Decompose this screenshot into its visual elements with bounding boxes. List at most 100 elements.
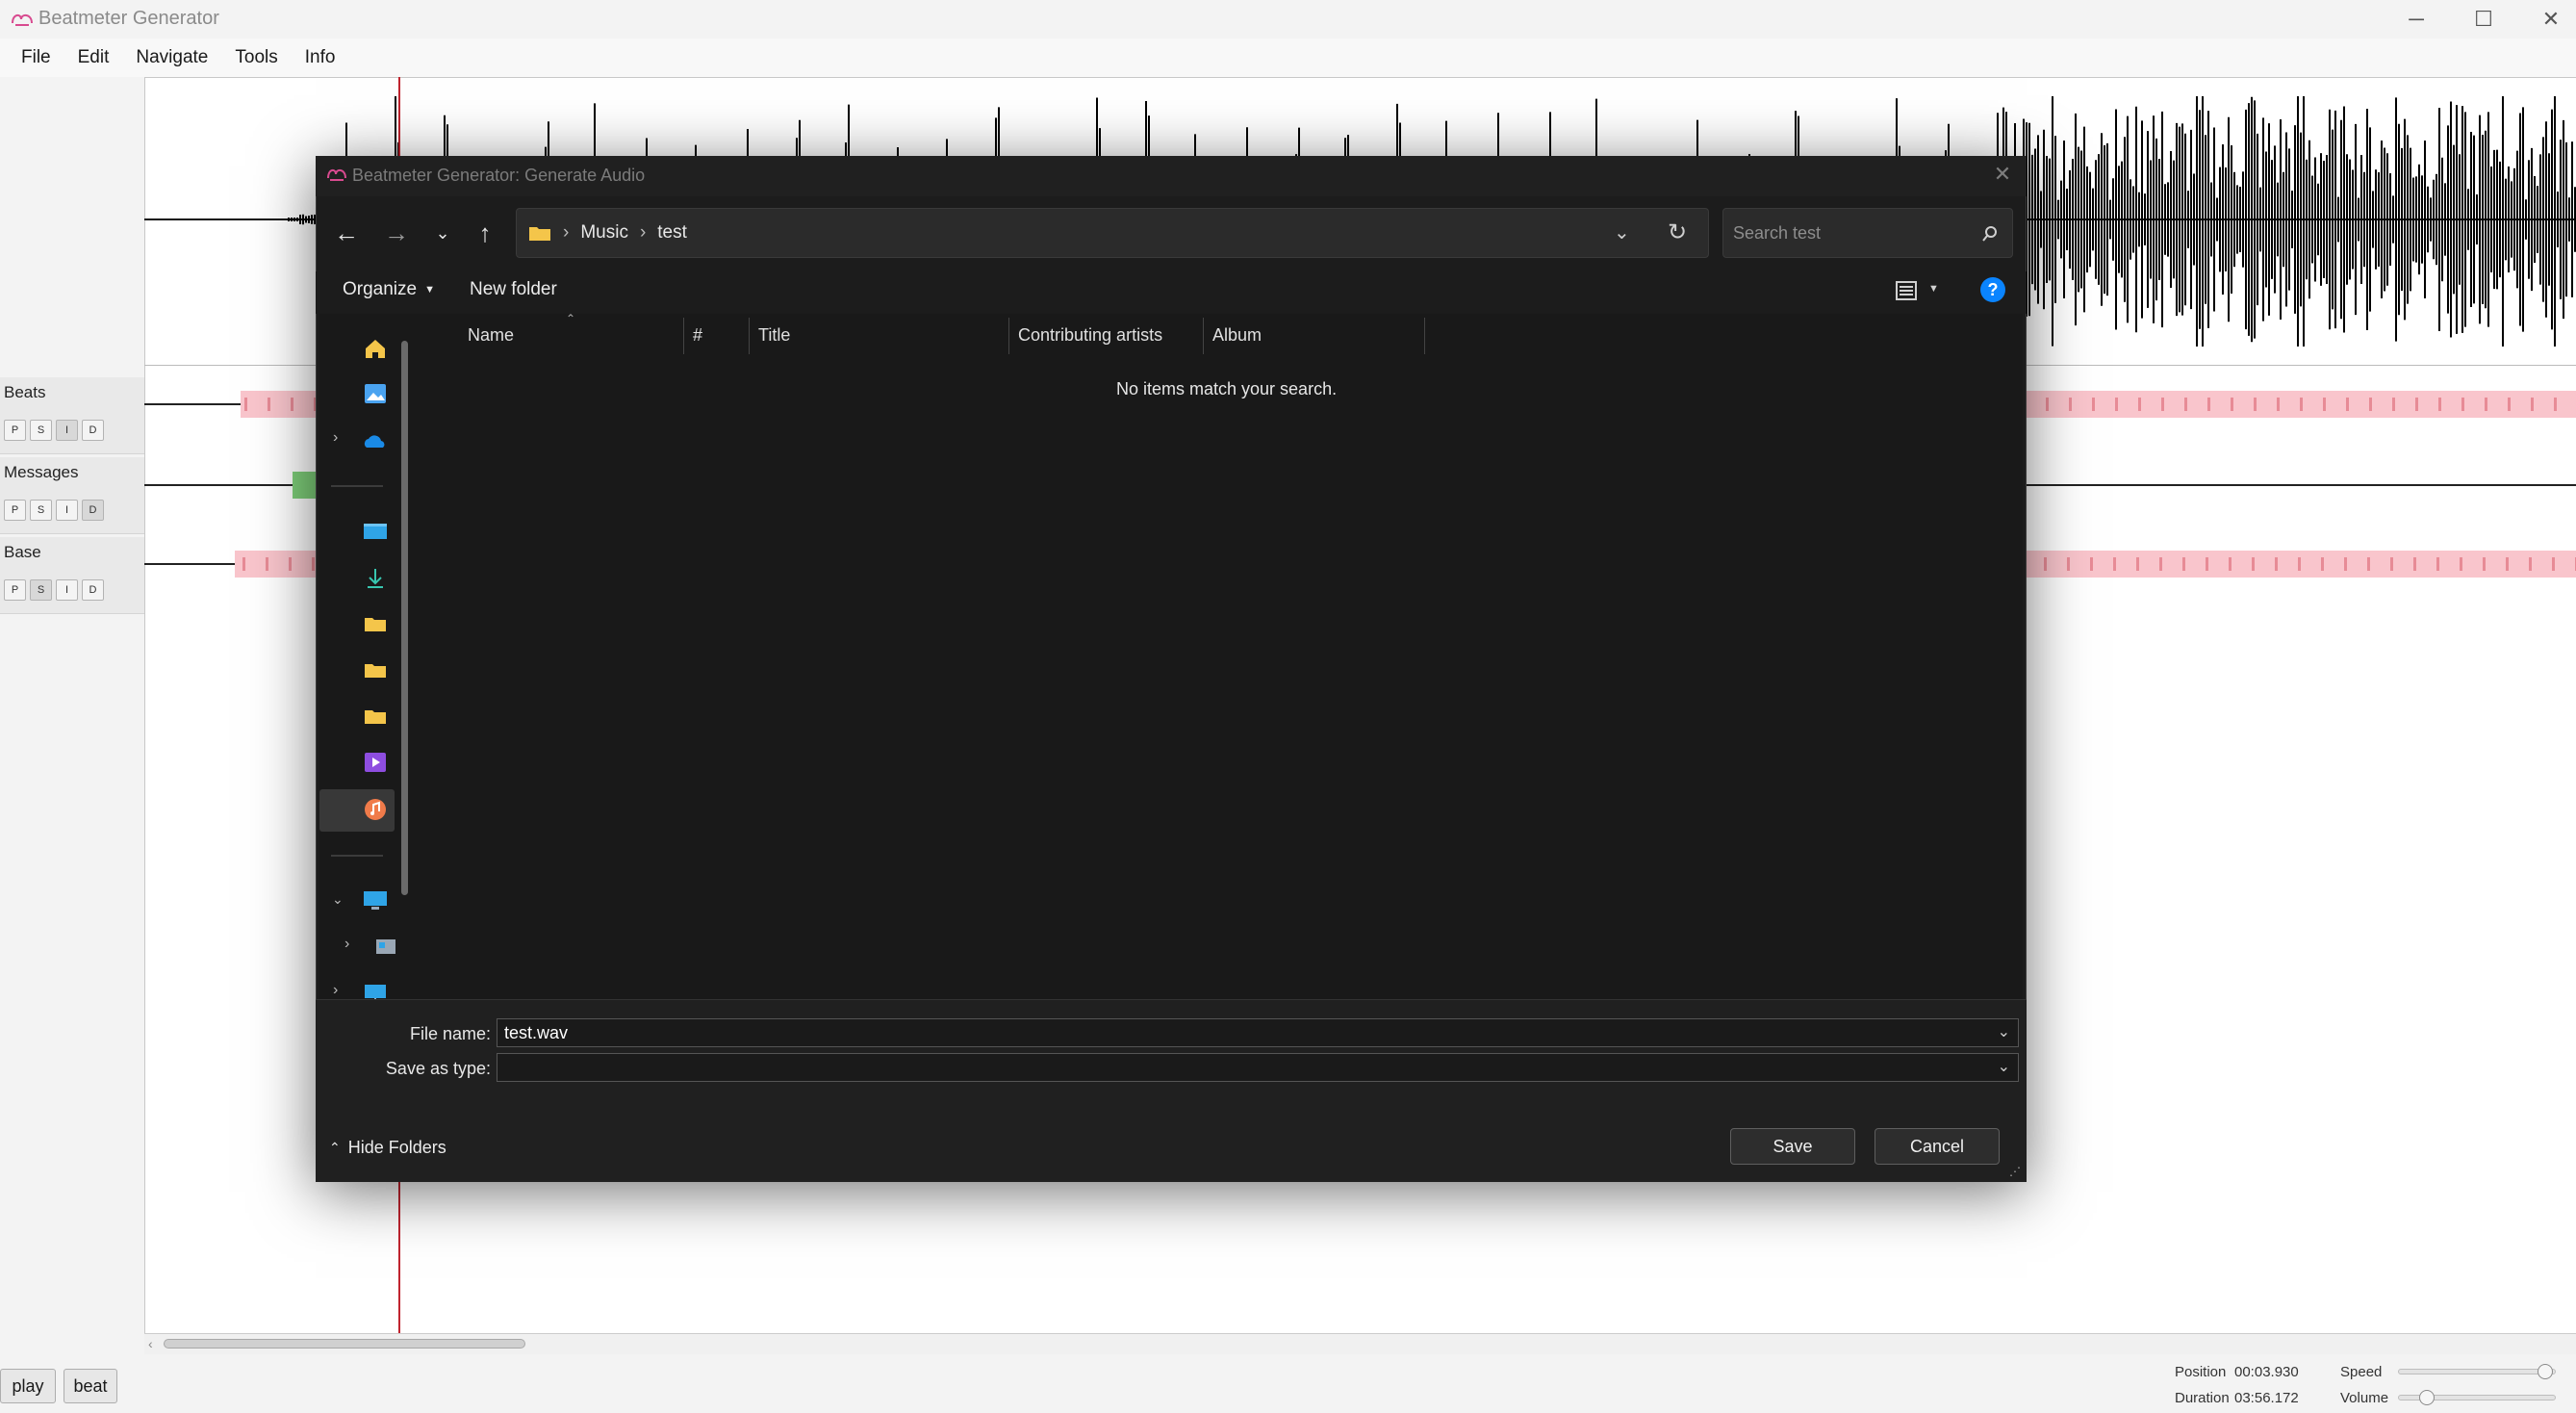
column-divider[interactable] xyxy=(1424,318,1425,354)
beat-tick xyxy=(266,557,268,571)
folder-icon[interactable] xyxy=(363,657,388,682)
maximize-icon[interactable]: ☐ xyxy=(2450,0,2517,39)
breadcrumb-music[interactable]: Music xyxy=(580,222,628,244)
address-dropdown-icon[interactable]: ⌄ xyxy=(1614,220,1630,244)
beat-tick xyxy=(2346,398,2349,411)
minimize-icon[interactable]: ─ xyxy=(2383,0,2450,39)
menu-edit[interactable]: Edit xyxy=(78,41,123,74)
downloads-icon[interactable] xyxy=(363,566,388,591)
file-name-field[interactable]: test.wav ⌄ xyxy=(497,1018,2019,1047)
column-divider[interactable] xyxy=(749,318,750,354)
file-list[interactable] xyxy=(423,314,2023,999)
column-title[interactable]: Title xyxy=(758,325,790,346)
scrollbar-thumb[interactable] xyxy=(164,1339,525,1349)
track-play-toggle[interactable]: P xyxy=(4,579,26,601)
nav-scrollbar[interactable] xyxy=(401,341,408,895)
back-arrow-icon[interactable]: ← xyxy=(325,214,368,252)
menu-tools[interactable]: Tools xyxy=(235,41,291,74)
organize-label: Organize xyxy=(343,279,418,299)
resize-grip-icon[interactable]: ⋰ xyxy=(2009,1165,2021,1178)
beat-tick xyxy=(2529,557,2532,571)
folder-icon[interactable] xyxy=(363,704,388,729)
folder-icon[interactable] xyxy=(363,611,388,636)
track-solo-toggle[interactable]: S xyxy=(30,420,52,441)
track-name: Base xyxy=(4,543,41,561)
column-divider[interactable] xyxy=(1008,318,1009,354)
menu-navigate[interactable]: Navigate xyxy=(136,41,221,74)
beat-tick xyxy=(2461,398,2464,411)
menu-file[interactable]: File xyxy=(21,41,64,74)
onedrive-icon[interactable] xyxy=(363,428,388,453)
breadcrumb-separator-icon: › xyxy=(563,222,570,243)
track-delete-toggle[interactable]: D xyxy=(82,420,104,441)
breadcrumb-test[interactable]: test xyxy=(657,222,687,244)
column-contributing-artists[interactable]: Contributing artists xyxy=(1018,325,1162,346)
title-bar xyxy=(0,0,2576,39)
column-name[interactable]: Name xyxy=(468,325,514,346)
search-input[interactable] xyxy=(1733,222,1964,244)
expand-chevron-icon[interactable]: › xyxy=(333,982,338,999)
caret-down-icon[interactable]: ▼ xyxy=(1928,283,1939,295)
position-value: 00:03.930 xyxy=(2234,1364,2299,1380)
track-insert-toggle[interactable]: I xyxy=(56,420,78,441)
beat-tick xyxy=(2552,557,2555,571)
expand-chevron-icon[interactable]: › xyxy=(333,429,338,447)
cancel-button[interactable]: Cancel xyxy=(1875,1128,2000,1165)
chevron-up-icon: ⌃ xyxy=(329,1140,341,1155)
up-arrow-icon[interactable]: ↑ xyxy=(464,214,506,252)
home-icon[interactable] xyxy=(363,336,388,361)
beat-tick xyxy=(2277,398,2280,411)
address-bar[interactable]: › Music › test ⌄ ↻ xyxy=(516,208,1709,258)
close-icon[interactable]: ✕ xyxy=(2517,0,2576,39)
column-divider[interactable] xyxy=(1203,318,1204,354)
organize-button[interactable]: Organize ▼ xyxy=(343,279,435,300)
gallery-icon[interactable] xyxy=(363,381,388,406)
volume-label: Volume xyxy=(2340,1390,2389,1406)
save-button[interactable]: Save xyxy=(1730,1128,1855,1165)
play-button[interactable]: play xyxy=(0,1369,56,1403)
expand-chevron-icon[interactable]: › xyxy=(344,936,349,953)
track-play-toggle[interactable]: P xyxy=(4,500,26,521)
scroll-left-icon[interactable]: ‹ xyxy=(148,1336,153,1351)
track-insert-toggle[interactable]: I xyxy=(56,500,78,521)
this-pc-icon[interactable] xyxy=(363,888,388,913)
beat-tick xyxy=(244,398,247,411)
column-divider[interactable] xyxy=(683,318,684,354)
file-name-value[interactable]: test.wav xyxy=(504,1023,568,1043)
help-icon[interactable]: ? xyxy=(1980,277,2005,302)
speed-slider-knob[interactable] xyxy=(2538,1364,2554,1379)
track-solo-toggle[interactable]: S xyxy=(30,579,52,601)
music-icon[interactable] xyxy=(363,797,388,822)
refresh-icon[interactable]: ↻ xyxy=(1668,218,1687,246)
close-icon[interactable]: ✕ xyxy=(1988,160,2017,189)
collapse-chevron-icon[interactable]: ⌄ xyxy=(332,891,344,908)
track-delete-toggle[interactable]: D xyxy=(82,500,104,521)
speed-slider[interactable] xyxy=(2398,1369,2556,1374)
beat-button[interactable]: beat xyxy=(64,1369,117,1403)
forward-arrow-icon[interactable]: → xyxy=(375,214,418,252)
chevron-down-icon[interactable]: ⌄ xyxy=(1998,1057,2010,1076)
new-folder-button[interactable]: New folder xyxy=(470,279,557,300)
view-options-icon[interactable] xyxy=(1894,279,1919,302)
chevron-down-icon[interactable]: ⌄ xyxy=(1998,1022,2010,1041)
desktop-icon[interactable] xyxy=(363,519,388,544)
message-marker[interactable] xyxy=(293,472,316,499)
recent-locations-icon[interactable]: ⌄ xyxy=(421,214,464,252)
beat-tick xyxy=(2252,557,2255,571)
track-solo-toggle[interactable]: S xyxy=(30,500,52,521)
search-icon[interactable] xyxy=(1981,225,1999,243)
column-number[interactable]: # xyxy=(693,325,702,346)
drive-icon[interactable] xyxy=(373,934,398,959)
beat-tick xyxy=(2531,398,2534,411)
column-album[interactable]: Album xyxy=(1212,325,1262,346)
videos-icon[interactable] xyxy=(363,750,388,775)
track-delete-toggle[interactable]: D xyxy=(82,579,104,601)
track-insert-toggle[interactable]: I xyxy=(56,579,78,601)
beat-tick xyxy=(2554,398,2557,411)
track-play-toggle[interactable]: P xyxy=(4,420,26,441)
search-box[interactable] xyxy=(1722,208,2013,258)
menu-info[interactable]: Info xyxy=(305,41,349,74)
save-as-type-select[interactable]: ⌄ xyxy=(497,1053,2019,1082)
hide-folders-toggle[interactable]: ⌃ Hide Folders xyxy=(329,1138,446,1158)
beat-tick xyxy=(2044,557,2047,571)
